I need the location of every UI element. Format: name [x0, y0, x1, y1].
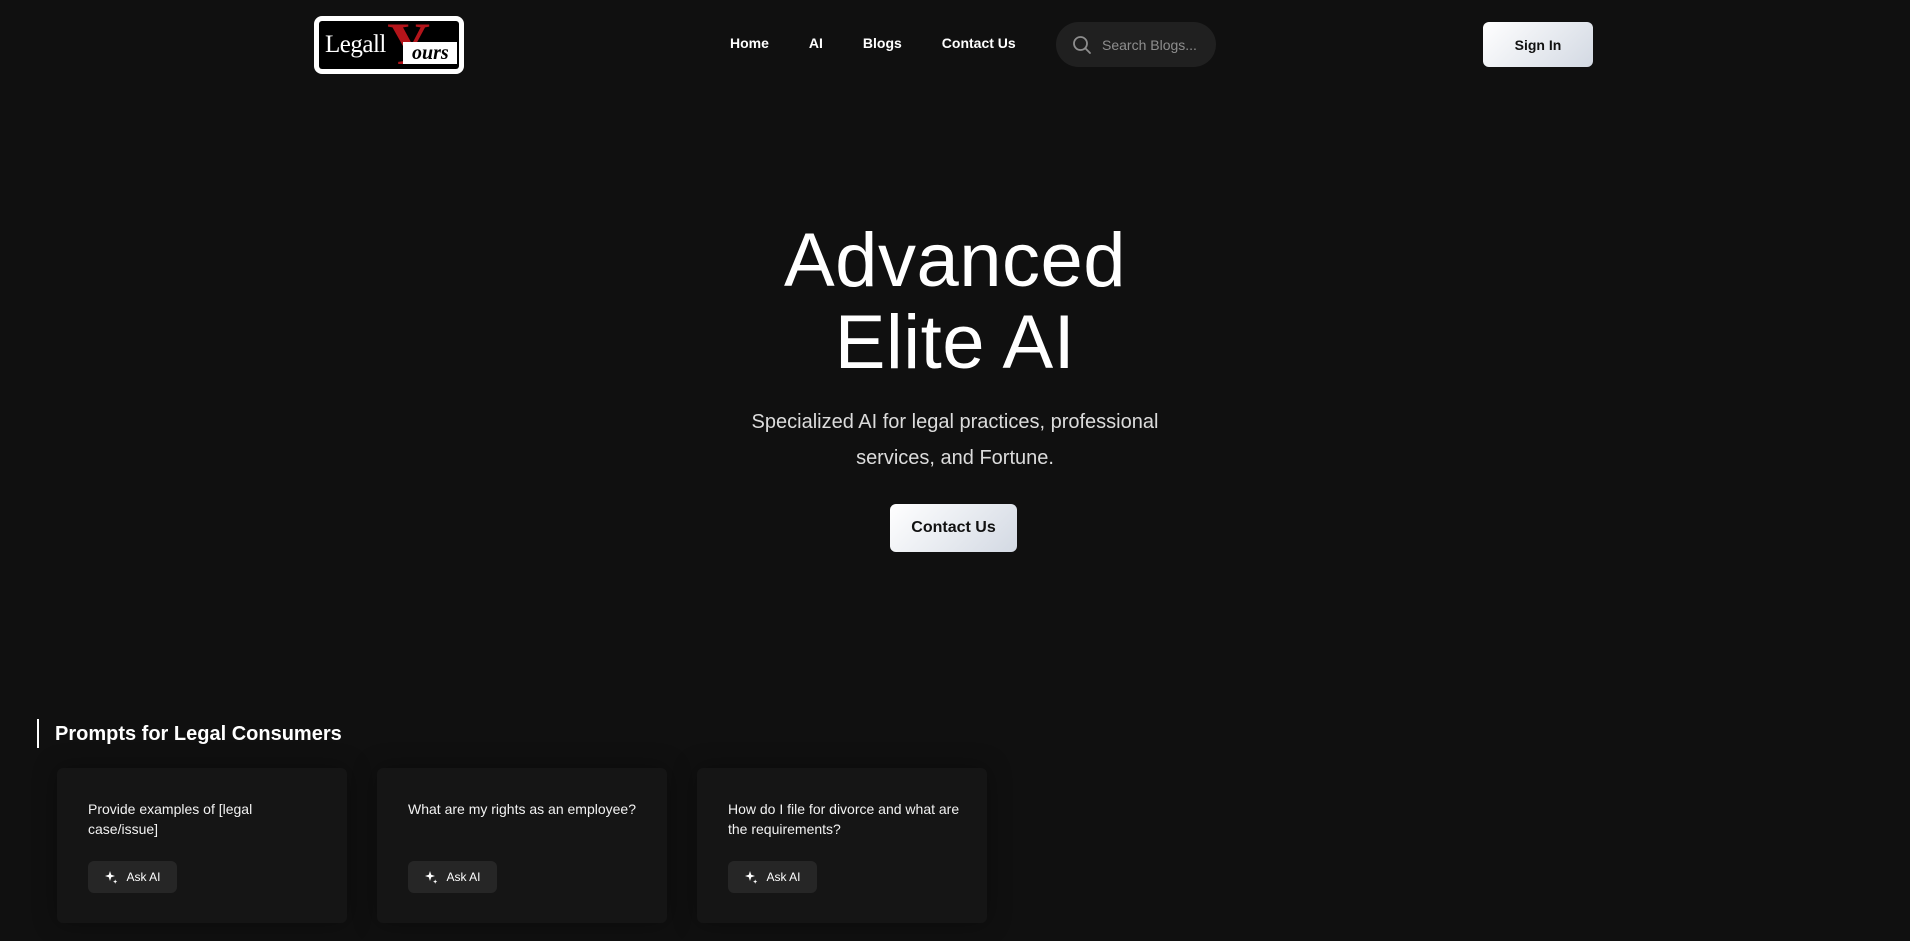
nav-item-blogs[interactable]: Blogs: [863, 35, 902, 51]
prompt-card[interactable]: How do I file for divorce and what are t…: [697, 768, 987, 923]
logo-text-legall: Legall: [325, 31, 386, 58]
hero-subtitle: Specialized AI for legal practices, prof…: [751, 411, 1159, 469]
search-box[interactable]: [1056, 22, 1216, 67]
nav-item-ai[interactable]: AI: [809, 35, 823, 51]
search-icon: [1073, 35, 1091, 54]
hero-title: Advanced Elite AI: [655, 220, 1255, 384]
nav-item-home[interactable]: Home: [730, 35, 769, 51]
hero-title-line-1: Advanced: [783, 218, 1127, 303]
sign-in-button[interactable]: Sign In: [1483, 22, 1593, 67]
prompt-text: What are my rights as an employee?: [408, 801, 636, 817]
ask-ai-label: Ask AI: [126, 870, 161, 884]
prompt-card[interactable]: Provide examples of [legal case/issue] A…: [57, 768, 347, 923]
page: Legall Y ours Home AI Blogs Contact Us S…: [0, 0, 1910, 941]
search-input[interactable]: [1102, 36, 1212, 53]
prompt-text: Provide examples of [legal case/issue]: [88, 801, 253, 837]
prompt-card[interactable]: What are my rights as an employee? Ask A…: [377, 768, 667, 923]
prompt-text: How do I file for divorce and what are t…: [728, 801, 960, 837]
nav-item-contact[interactable]: Contact Us: [942, 35, 1016, 51]
main-nav: Home AI Blogs Contact Us: [730, 35, 1016, 51]
logo-mark: Legall Y ours: [319, 21, 459, 69]
section-title: Prompts for Legal Consumers: [55, 723, 342, 745]
ask-ai-button[interactable]: Ask AI: [728, 861, 817, 893]
logo-text-ours: ours: [403, 42, 457, 64]
contact-us-button[interactable]: Contact Us: [890, 504, 1017, 552]
section-accent-bar: [37, 719, 39, 748]
sparkle-icon: [105, 871, 118, 884]
sparkle-icon: [425, 871, 438, 884]
ask-ai-label: Ask AI: [766, 870, 801, 884]
ask-ai-button[interactable]: Ask AI: [408, 861, 497, 893]
logo[interactable]: Legall Y ours: [314, 16, 464, 74]
ask-ai-label: Ask AI: [446, 870, 481, 884]
ask-ai-button[interactable]: Ask AI: [88, 861, 177, 893]
sparkle-icon: [745, 871, 758, 884]
hero-title-line-2: Elite AI: [834, 300, 1076, 385]
